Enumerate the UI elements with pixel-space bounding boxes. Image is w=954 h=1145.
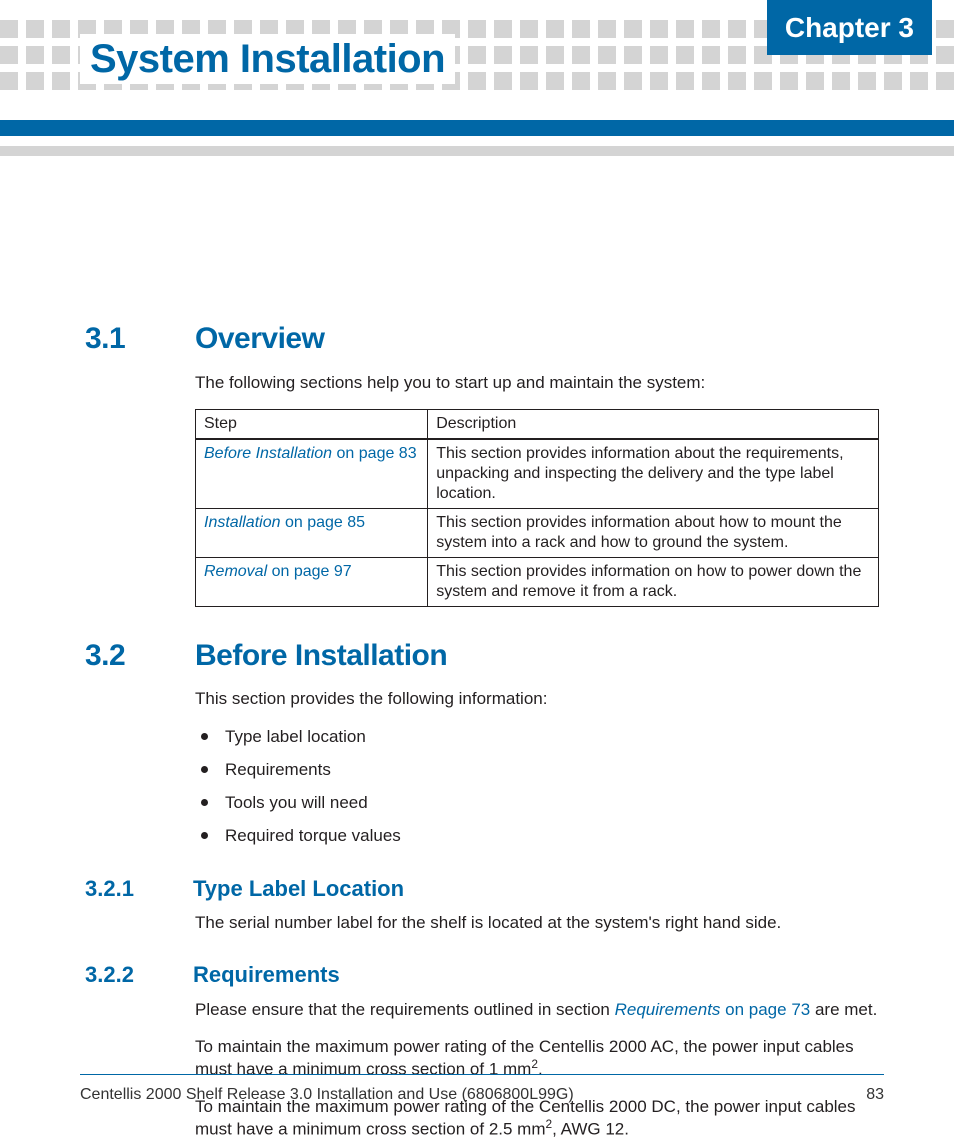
xref-page[interactable]: on page 83 — [332, 445, 417, 462]
heading-text: Type Label Location — [193, 875, 404, 903]
banner-header: Chapter 3 System Installation — [0, 0, 954, 130]
heading-text: Before Installation — [195, 637, 447, 675]
heading-3-2-2: 3.2.2 Requirements — [85, 961, 879, 989]
list-item: Type label location — [195, 726, 879, 747]
xref-link[interactable]: Removal — [204, 563, 267, 580]
type-label-body: The serial number label for the shelf is… — [195, 912, 879, 933]
cell-desc: This section provides information on how… — [428, 557, 879, 606]
xref-page[interactable]: on page 85 — [281, 514, 366, 531]
text: , AWG 12. — [552, 1120, 629, 1139]
before-install-bullets: Type label location Requirements Tools y… — [195, 726, 879, 847]
heading-3-2-1: 3.2.1 Type Label Location — [85, 875, 879, 903]
xref-link[interactable]: Requirements — [615, 1000, 721, 1019]
before-install-intro: This section provides the following info… — [195, 688, 879, 709]
superscript: 2 — [531, 1057, 538, 1071]
table-row: Before Installation on page 83 This sect… — [196, 439, 879, 509]
page-content: 3.1 Overview The following sections help… — [0, 130, 954, 1140]
page-title: System Installation — [80, 34, 455, 84]
heading-3-1: 3.1 Overview — [85, 320, 879, 358]
table-row: Installation on page 85 This section pro… — [196, 508, 879, 557]
list-item: Tools you will need — [195, 792, 879, 813]
heading-number: 3.1 — [85, 320, 155, 358]
heading-3-2: 3.2 Before Installation — [85, 637, 879, 675]
xref-page[interactable]: on page 97 — [267, 563, 352, 580]
heading-text: Overview — [195, 320, 324, 358]
overview-intro: The following sections help you to start… — [195, 372, 879, 393]
overview-table: Step Description Before Installation on … — [195, 409, 879, 607]
chapter-tab: Chapter 3 — [767, 0, 932, 55]
xref-link[interactable]: Before Installation — [204, 445, 332, 462]
col-desc: Description — [428, 409, 879, 439]
req-paragraph-1: Please ensure that the requirements outl… — [195, 999, 879, 1020]
footer-page-number: 83 — [866, 1085, 884, 1105]
grey-divider — [0, 146, 954, 156]
heading-text: Requirements — [193, 961, 340, 989]
list-item: Required torque values — [195, 825, 879, 846]
text: To maintain the maximum power rating of … — [195, 1037, 854, 1079]
heading-number: 3.2.2 — [85, 961, 165, 989]
cell-desc: This section provides information about … — [428, 439, 879, 509]
table-row: Removal on page 97 This section provides… — [196, 557, 879, 606]
footer-doc-title: Centellis 2000 Shelf Release 3.0 Install… — [80, 1085, 574, 1105]
cell-desc: This section provides information about … — [428, 508, 879, 557]
heading-number: 3.2 — [85, 637, 155, 675]
col-step: Step — [196, 409, 428, 439]
list-item: Requirements — [195, 759, 879, 780]
text: are met. — [810, 1000, 877, 1019]
text: Please ensure that the requirements outl… — [195, 1000, 615, 1019]
heading-number: 3.2.1 — [85, 875, 165, 903]
page-footer: Centellis 2000 Shelf Release 3.0 Install… — [80, 1074, 884, 1105]
blue-divider — [0, 120, 954, 136]
xref-link[interactable]: Installation — [204, 514, 281, 531]
xref-page[interactable]: on page 73 — [720, 1000, 810, 1019]
